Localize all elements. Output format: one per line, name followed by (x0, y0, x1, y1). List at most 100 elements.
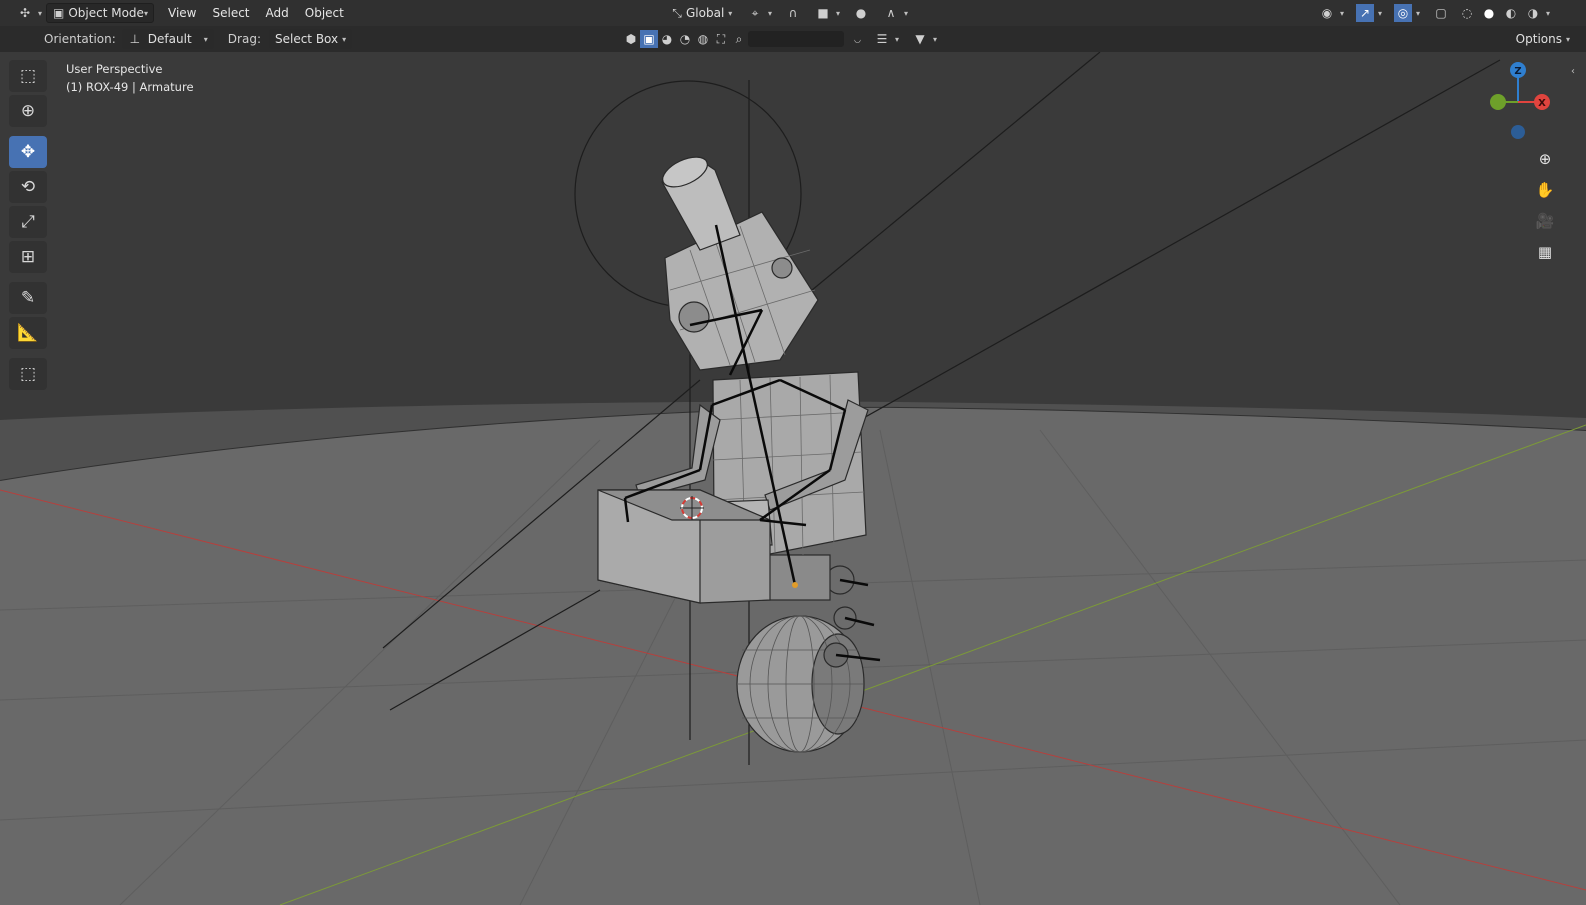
ruler-icon: 📐 (17, 323, 39, 343)
sidebar-toggle-arrow[interactable]: ‹ (1571, 66, 1575, 77)
pivot-icon: ⌖ (751, 5, 759, 20)
pan-button[interactable]: ✋ (1531, 176, 1559, 204)
move-tool[interactable]: ✥ (9, 136, 47, 168)
add-cube-tool[interactable]: ⬚ (9, 358, 47, 390)
mode-dropdown[interactable]: ▣ Object Mode ▾ (46, 3, 154, 23)
pivot-point-button[interactable]: ⌖ ▾ (740, 3, 778, 23)
cursor-tool[interactable]: ⊕ (9, 95, 47, 127)
zoom-button[interactable]: ⊕ (1531, 145, 1559, 173)
search-icon: ⌕ (735, 31, 743, 46)
orientation-dropdown[interactable]: ⊥ Default ▾ (121, 29, 214, 49)
shading-rendered[interactable]: ◑ ▾ (1522, 3, 1552, 23)
falloff-button[interactable]: ∧ ▾ (876, 3, 914, 23)
navigation-buttons: ⊕ ✋ 🎥 ▦ (1531, 145, 1561, 269)
menu-add[interactable]: Add (258, 3, 297, 23)
hand-icon: ✋ (1535, 181, 1555, 199)
rotate-icon: ⟲ (20, 177, 36, 197)
shading-material[interactable]: ◐ (1500, 3, 1522, 23)
gizmo-x-label: X (1538, 98, 1546, 109)
menu-select[interactable]: Select (204, 3, 257, 23)
menu-view[interactable]: View (160, 3, 204, 23)
ortho-toggle-button[interactable]: ▦ (1531, 238, 1559, 266)
camera-icon: 🎥 (1535, 212, 1555, 230)
select-invert-icon[interactable]: ◍ (694, 30, 712, 48)
viewport-info: User Perspective (1) ROX-49 | Armature (66, 60, 194, 96)
select-extend-icon[interactable]: ◕ (658, 30, 676, 48)
gizmo-toggle[interactable]: ↗ ▾ (1350, 3, 1388, 23)
wireframe-sphere-icon: ◌ (1461, 6, 1473, 20)
drag-dropdown[interactable]: Select Box ▾ (268, 29, 353, 49)
drag-label: Drag: (227, 32, 261, 46)
selectability-icon[interactable]: ⬢ (622, 30, 640, 48)
navigation-gizmo[interactable]: Z X (1482, 58, 1562, 148)
camera-view-button[interactable]: 🎥 (1531, 207, 1559, 235)
xray-toggle[interactable]: ▢ (1426, 3, 1456, 23)
options-label: Options (1515, 32, 1562, 46)
editor-type-button[interactable]: ✣ ▾ (10, 3, 48, 23)
measure-tool[interactable]: 📐 (9, 317, 47, 349)
pencil-icon: ✎ (20, 288, 36, 308)
add-cube-icon: ⬚ (19, 364, 37, 384)
gizmo-z-label: Z (1514, 66, 1521, 77)
gizmo-icon: ↗ (1356, 4, 1375, 22)
orientation-label: Orientation: (44, 32, 116, 46)
snap-target-icon: ■ (817, 6, 829, 20)
active-object-name: (1) ROX-49 | Armature (66, 80, 194, 94)
select-intersect-icon[interactable]: ⛶ (712, 30, 730, 48)
view-name: User Perspective (66, 62, 163, 76)
tool-settings-bar: Orientation: ⊥ Default ▾ Drag: Select Bo… (0, 26, 1586, 52)
shading-solid[interactable]: ● (1478, 3, 1500, 23)
magnet-icon: ∩ (788, 6, 798, 20)
transform-orientation-label: Global (686, 6, 725, 20)
gizmo-neg-z-handle[interactable] (1511, 125, 1525, 139)
transform-tool[interactable]: ⊞ (9, 241, 47, 273)
select-subtract-icon[interactable]: ◔ (676, 30, 694, 48)
options-dropdown[interactable]: Options ▾ (1510, 29, 1576, 49)
orientation-axes-icon: ⤡ (672, 5, 682, 20)
editor-type-icon: ✣ (19, 6, 31, 20)
grid-icon: ▦ (1537, 243, 1553, 261)
select-box-mode-icon[interactable]: ▣ (640, 30, 658, 48)
shading-wireframe[interactable]: ◌ (1456, 3, 1478, 23)
transform-icon: ⊞ (20, 247, 36, 267)
object-mode-icon: ▣ (53, 6, 65, 20)
3d-viewport[interactable] (0, 52, 1586, 905)
menu-object[interactable]: Object (297, 3, 352, 23)
viewport-scene[interactable] (0, 52, 1586, 905)
annotate-tool[interactable]: ✎ (9, 282, 47, 314)
transform-orientation-dropdown[interactable]: ⤡ Global ▾ (662, 3, 740, 23)
rendered-sphere-icon: ◑ (1527, 6, 1539, 20)
overlay-toggle[interactable]: ◎ ▾ (1388, 3, 1426, 23)
filter-funnel-icon: ▼ (915, 32, 925, 46)
hierarchy-icon: ☰ (876, 32, 888, 46)
search-options-button[interactable]: ◡ (844, 29, 867, 49)
snap-target-button[interactable]: ■ ▾ (808, 3, 846, 23)
cursor-icon: ⊕ (20, 101, 36, 121)
solid-sphere-icon: ● (1483, 6, 1495, 20)
active-bone-joint (792, 582, 798, 588)
rotate-tool[interactable]: ⟲ (9, 171, 47, 203)
filter-button[interactable]: ▼ ▾ (905, 29, 943, 49)
overlay-icon: ◎ (1394, 4, 1413, 22)
move-arrows-icon: ✥ (20, 142, 36, 162)
hierarchy-button[interactable]: ☰ ▾ (867, 29, 905, 49)
select-box-tool[interactable]: ⬚ (9, 60, 47, 92)
xray-icon: ▢ (1435, 6, 1447, 20)
proportional-icon: ● (855, 6, 867, 20)
header-bar: ✣ ▾ ▣ Object Mode ▾ View Select Add Objec… (0, 0, 1586, 26)
visibility-button[interactable]: ◉ ▾ (1312, 3, 1350, 23)
drag-value: Select Box (274, 32, 339, 46)
orientation-icon: ⊥ (129, 32, 141, 46)
orientation-value: Default (147, 32, 192, 46)
mode-label: Object Mode (68, 6, 144, 20)
material-sphere-icon: ◐ (1505, 6, 1517, 20)
proportional-edit-toggle[interactable]: ● (846, 3, 876, 23)
falloff-curve-icon: ∧ (886, 6, 896, 20)
search-input[interactable] (748, 31, 844, 47)
eye-icon: ◉ (1321, 6, 1333, 20)
gizmo-y-handle[interactable] (1490, 94, 1506, 110)
select-cursor-icon: ⬚ (19, 66, 37, 86)
scale-tool[interactable]: ⤢ (9, 206, 47, 238)
scale-icon: ⤢ (21, 212, 35, 232)
snap-toggle[interactable]: ∩ (778, 3, 808, 23)
